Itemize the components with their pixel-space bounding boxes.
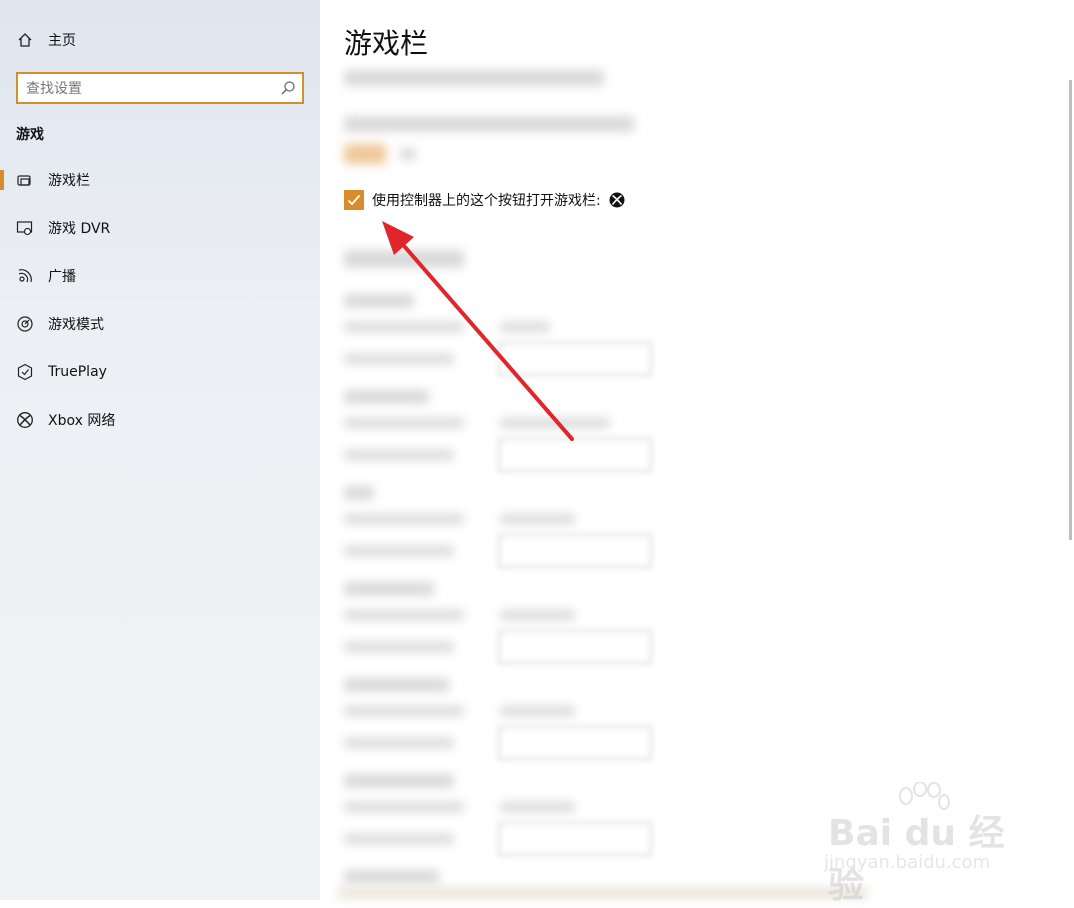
broadcast-icon [16,267,34,285]
blurred-shortcut-text [500,514,575,524]
blurred-shortcut-name [344,582,434,596]
main-content: 游戏栏 使用控制器上的这个按钮打开游戏栏: [320,0,1074,900]
xbox-logo-icon [609,192,625,208]
blurred-shortcut-name [344,870,439,884]
controller-button-checkbox[interactable] [344,190,364,210]
sidebar-item-label: 游戏 DVR [48,221,111,237]
blurred-shortcut-input[interactable] [498,630,652,664]
blurred-shortcut-text [344,738,454,748]
sidebar-item-xbox-network[interactable]: Xbox 网络 [0,400,320,440]
home-icon [16,31,34,49]
annotation-arrow [382,221,574,441]
game-mode-icon [16,315,34,333]
blurred-shortcut-text [344,450,454,460]
sidebar-item-broadcast[interactable]: 广播 [0,256,320,296]
blurred-shortcut-text [500,802,575,812]
page-title: 游戏栏 [344,27,429,60]
blurred-shortcut-text [344,514,464,524]
sidebar-item-game-bar[interactable]: 游戏栏 [0,160,320,200]
blurred-shortcut-name [344,486,374,500]
blurred-shortcut-input[interactable] [498,534,652,568]
sidebar-item-game-mode[interactable]: 游戏模式 [0,304,320,344]
baidu-watermark: Bai du 经验 jingyan.baidu.com [822,782,1022,906]
sidebar-item-label: 游戏模式 [48,317,104,333]
search-icon[interactable] [280,80,296,96]
sidebar-item-label: TruePlay [48,364,107,380]
blurred-shortcut-text [344,834,454,844]
blurred-toggle[interactable] [344,144,386,164]
sidebar-item-label: 广播 [48,269,76,285]
watermark-domain: jingyan.baidu.com [824,852,991,873]
search-input[interactable] [24,78,272,100]
sidebar-item-game-dvr[interactable]: 游戏 DVR [0,208,320,248]
xbox-network-icon [16,411,34,429]
controller-checkbox-label: 使用控制器上的这个按钮打开游戏栏: [372,193,601,209]
blurred-shortcut-input[interactable] [498,822,652,856]
search-box[interactable] [16,72,304,104]
sidebar-item-label: 游戏栏 [48,173,90,189]
blurred-footer-strip [338,888,868,898]
blurred-shortcut-text [344,546,454,556]
blurred-shortcut-text [500,610,575,620]
blurred-shortcut-text [344,706,464,716]
section-title: 游戏 [16,127,44,143]
blurred-shortcut-name [344,774,454,788]
sidebar-item-label: Xbox 网络 [48,413,116,429]
sidebar: 主页 游戏 游戏栏 游戏 DVR 广播 游戏模式 Tru [0,0,320,900]
trueplay-icon [16,363,34,381]
blurred-shortcut-name [344,678,449,692]
blurred-description [344,70,604,86]
controller-checkbox-row: 使用控制器上的这个按钮打开游戏栏: [344,189,625,211]
blurred-shortcut-text [500,706,575,716]
game-dvr-icon [16,219,34,237]
blurred-shortcut-text [344,802,464,812]
blurred-shortcut-text [344,642,454,652]
sidebar-item-home[interactable]: 主页 [0,20,320,60]
blurred-toggle-state [400,148,416,160]
scrollbar[interactable] [1069,80,1072,540]
blurred-shortcut-text [344,610,464,620]
blurred-shortcut-input[interactable] [498,726,652,760]
blurred-setting-label [344,116,634,132]
sidebar-item-label: 主页 [48,33,76,49]
sidebar-item-trueplay[interactable]: TruePlay [0,352,320,392]
game-bar-icon [16,171,34,189]
